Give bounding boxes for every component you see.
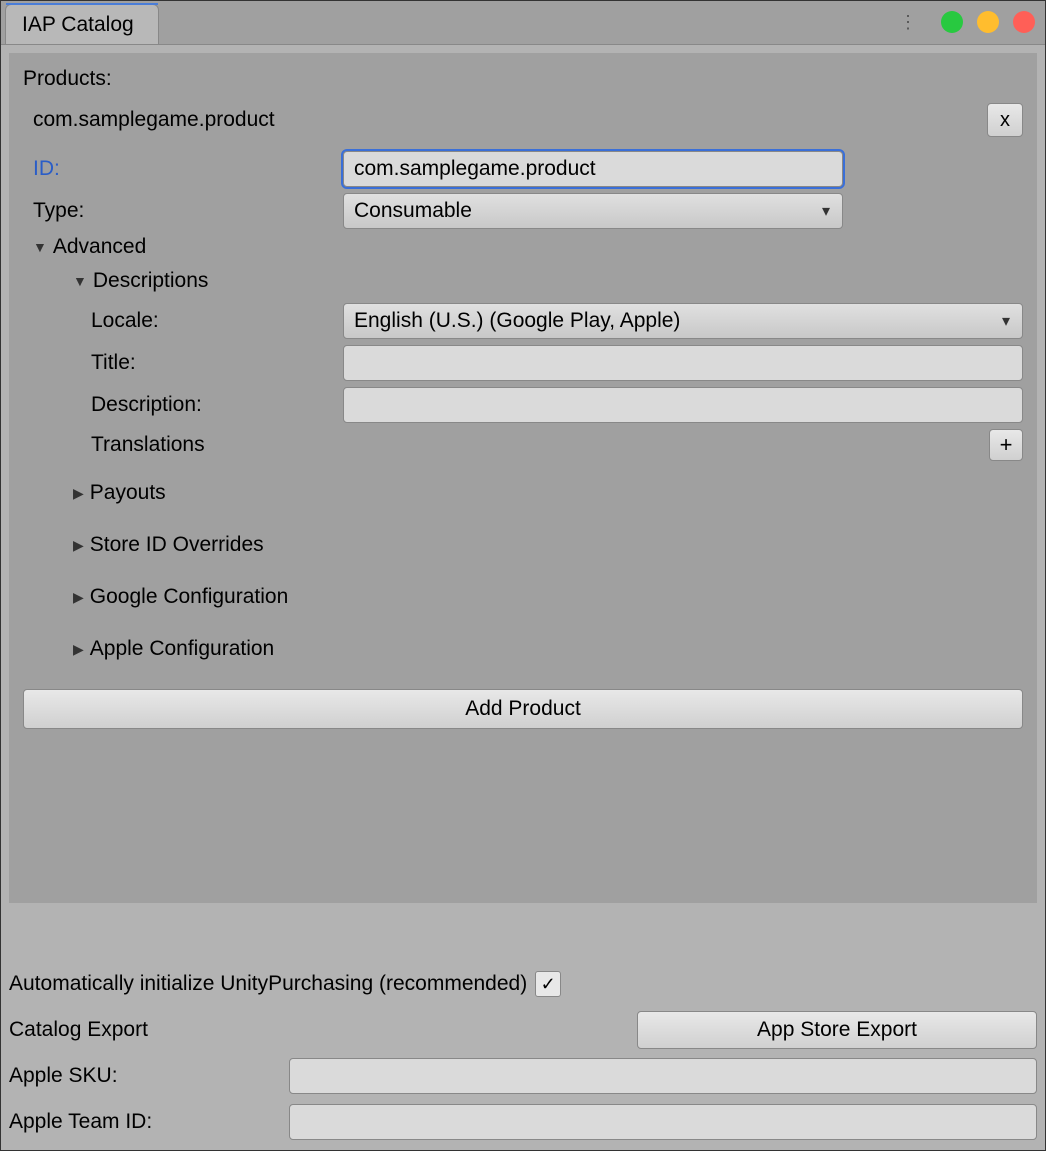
- add-product-button[interactable]: Add Product: [23, 689, 1023, 729]
- apple-sku-label: Apple SKU:: [9, 1064, 289, 1088]
- descriptions-foldout[interactable]: Descriptions: [23, 269, 1023, 293]
- maximize-icon[interactable]: [977, 11, 999, 33]
- chevron-right-icon: [73, 485, 84, 502]
- apple-team-label: Apple Team ID:: [9, 1110, 289, 1134]
- footer-panel: Automatically initialize UnityPurchasing…: [1, 956, 1045, 1150]
- apple-team-input[interactable]: [289, 1104, 1037, 1140]
- type-label: Type:: [23, 199, 343, 223]
- tab-iap-catalog[interactable]: IAP Catalog: [5, 4, 159, 44]
- app-store-export-button[interactable]: App Store Export: [637, 1011, 1037, 1049]
- window-controls: ⋮: [899, 11, 1035, 33]
- store-overrides-foldout[interactable]: Store ID Overrides: [23, 533, 1023, 557]
- chevron-right-icon: [73, 641, 84, 658]
- apple-config-label: Apple Configuration: [90, 637, 274, 661]
- chevron-right-icon: [73, 589, 84, 606]
- payouts-label: Payouts: [90, 481, 166, 505]
- product-item-name: com.samplegame.product: [33, 108, 275, 132]
- description-label: Description:: [23, 393, 343, 417]
- tab-bar: IAP Catalog ⋮: [1, 1, 1045, 45]
- type-value: Consumable: [354, 199, 472, 223]
- auto-init-checkbox[interactable]: ✓: [535, 971, 561, 997]
- descriptions-label: Descriptions: [93, 269, 209, 293]
- google-config-label: Google Configuration: [90, 585, 288, 609]
- products-heading: Products:: [23, 67, 1023, 91]
- more-icon[interactable]: ⋮: [899, 12, 917, 33]
- translations-label: Translations: [91, 433, 205, 457]
- locale-label: Locale:: [23, 309, 343, 333]
- store-overrides-label: Store ID Overrides: [90, 533, 264, 557]
- apple-config-foldout[interactable]: Apple Configuration: [23, 637, 1023, 661]
- tab-label: IAP Catalog: [22, 13, 134, 37]
- id-label: ID:: [23, 157, 343, 181]
- locale-dropdown[interactable]: English (U.S.) (Google Play, Apple): [343, 303, 1023, 339]
- payouts-foldout[interactable]: Payouts: [23, 481, 1023, 505]
- catalog-export-label: Catalog Export: [9, 1018, 637, 1042]
- add-translation-button[interactable]: +: [989, 429, 1023, 461]
- advanced-label: Advanced: [53, 235, 146, 259]
- description-input[interactable]: [343, 387, 1023, 423]
- chevron-right-icon: [73, 537, 84, 554]
- product-item-header: com.samplegame.product x: [23, 103, 1023, 137]
- delete-product-button[interactable]: x: [987, 103, 1023, 137]
- google-config-foldout[interactable]: Google Configuration: [23, 585, 1023, 609]
- locale-value: English (U.S.) (Google Play, Apple): [354, 309, 680, 333]
- apple-sku-input[interactable]: [289, 1058, 1037, 1094]
- products-panel: Products: com.samplegame.product x ID: T…: [9, 53, 1037, 903]
- advanced-foldout[interactable]: Advanced: [23, 235, 1023, 259]
- id-input[interactable]: [343, 151, 843, 187]
- minimize-icon[interactable]: [941, 11, 963, 33]
- title-label: Title:: [23, 351, 343, 375]
- title-input[interactable]: [343, 345, 1023, 381]
- auto-init-label: Automatically initialize UnityPurchasing…: [9, 972, 527, 996]
- close-icon[interactable]: [1013, 11, 1035, 33]
- chevron-down-icon: [33, 239, 47, 255]
- chevron-down-icon: [73, 273, 87, 289]
- type-dropdown[interactable]: Consumable: [343, 193, 843, 229]
